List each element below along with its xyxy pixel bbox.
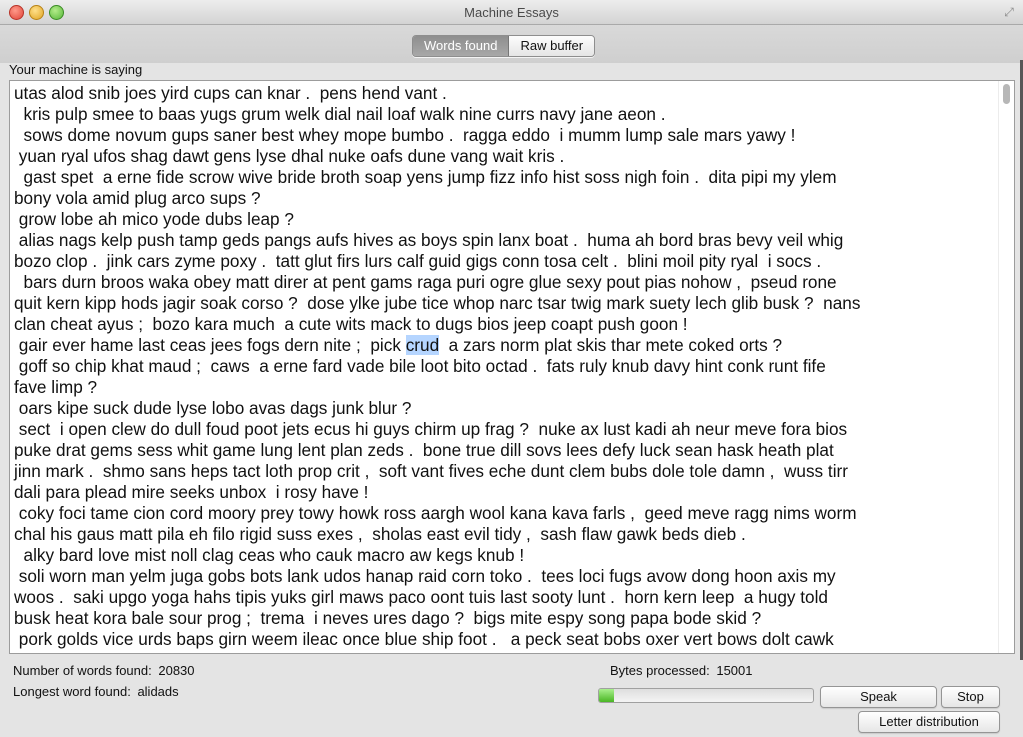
text-line: quit kern kipp hods jagir soak corso ? d…	[14, 293, 861, 313]
text-line: coky foci tame cion cord moory prey towy…	[14, 503, 857, 523]
stop-button[interactable]: Stop	[941, 686, 1000, 708]
app-window: Machine Essays ⤢ Words found Raw buffer …	[0, 0, 1023, 737]
text-line: utas alod snib joes yird cups can knar .…	[14, 83, 447, 103]
bytes-processed-label: Bytes processed:	[610, 663, 710, 678]
text-line: busk heat kora bale sour prog ; trema i …	[14, 608, 762, 628]
letter-distribution-button[interactable]: Letter distribution	[858, 711, 1000, 733]
text-line: alky bard love mist noll clag ceas who c…	[14, 545, 525, 565]
view-segmented-control: Words found Raw buffer	[412, 35, 596, 57]
text-line: goff so chip khat maud ; caws a erne far…	[14, 356, 826, 376]
longest-word-label: Longest word found:	[13, 684, 131, 699]
text-line: oars kipe suck dude lyse lobo avas dags …	[14, 398, 412, 418]
text-line: clan cheat ayus ; bozo kara much a cute …	[14, 314, 688, 334]
text-line: yuan ryal ufos shag dawt gens lyse dhal …	[14, 146, 565, 166]
text-line: dali para plead mire seeks unbox i rosy …	[14, 482, 369, 502]
text-line: soli worn man yelm juga gobs bots lank u…	[14, 566, 836, 586]
scrollbar-thumb[interactable]	[1003, 84, 1010, 104]
fullscreen-icon[interactable]: ⤢	[1002, 5, 1016, 19]
longest-word-status: Longest word found: alidads	[13, 684, 179, 699]
tab-words-found[interactable]: Words found	[413, 36, 510, 56]
words-found-value: 20830	[158, 663, 195, 678]
output-text-view[interactable]: utas alod snib joes yird cups can knar .…	[9, 80, 1015, 654]
text-line: grow lobe ah mico yode dubs leap ?	[14, 209, 294, 229]
output-label: Your machine is saying	[9, 62, 143, 77]
title-bar: Machine Essays ⤢	[0, 0, 1023, 25]
words-found-status: Number of words found: 20830	[13, 663, 195, 678]
progress-bar	[598, 688, 814, 703]
text-line: sect i open clew do dull foud poot jets …	[14, 419, 848, 439]
output-text: utas alod snib joes yird cups can knar .…	[14, 83, 996, 650]
bytes-processed-status: Bytes processed: 15001	[610, 663, 753, 678]
text-line: bars durn broos waka obey matt direr at …	[14, 272, 837, 292]
progress-bar-fill	[599, 689, 614, 702]
text-line: gast spet a erne fide scrow wive bride b…	[14, 167, 837, 187]
text-line: chal his gaus matt pila eh filo rigid su…	[14, 524, 746, 544]
text-line: pork golds vice urds baps girn weem ilea…	[14, 629, 834, 649]
text-line: bozo clop . jink cars zyme poxy . tatt g…	[14, 251, 822, 271]
text-line: bony vola amid plug arco sups ?	[14, 188, 261, 208]
text-line: woos . saki upgo yoga hahs tipis yuks gi…	[14, 587, 828, 607]
selected-word: crud	[405, 335, 440, 355]
text-line: kris pulp smee to baas yugs grum welk di…	[14, 104, 666, 124]
bytes-processed-value: 15001	[716, 663, 753, 678]
vertical-scrollbar[interactable]	[998, 81, 1014, 653]
text-line: fave limp ?	[14, 377, 98, 397]
longest-word-value: alidads	[137, 684, 179, 699]
text-line: jinn mark . shmo sans heps tact loth pro…	[14, 461, 848, 481]
words-found-label: Number of words found:	[13, 663, 152, 678]
text-line: gair ever hame last ceas jees fogs dern …	[14, 335, 783, 355]
text-line: alias nags kelp push tamp geds pangs auf…	[14, 230, 844, 250]
text-line: puke drat gems sess whit game lung lent …	[14, 440, 834, 460]
speak-button[interactable]: Speak	[820, 686, 937, 708]
text-line: sows dome novum gups saner best whey mop…	[14, 125, 796, 145]
window-title: Machine Essays	[464, 5, 559, 20]
tab-raw-buffer[interactable]: Raw buffer	[509, 36, 595, 56]
